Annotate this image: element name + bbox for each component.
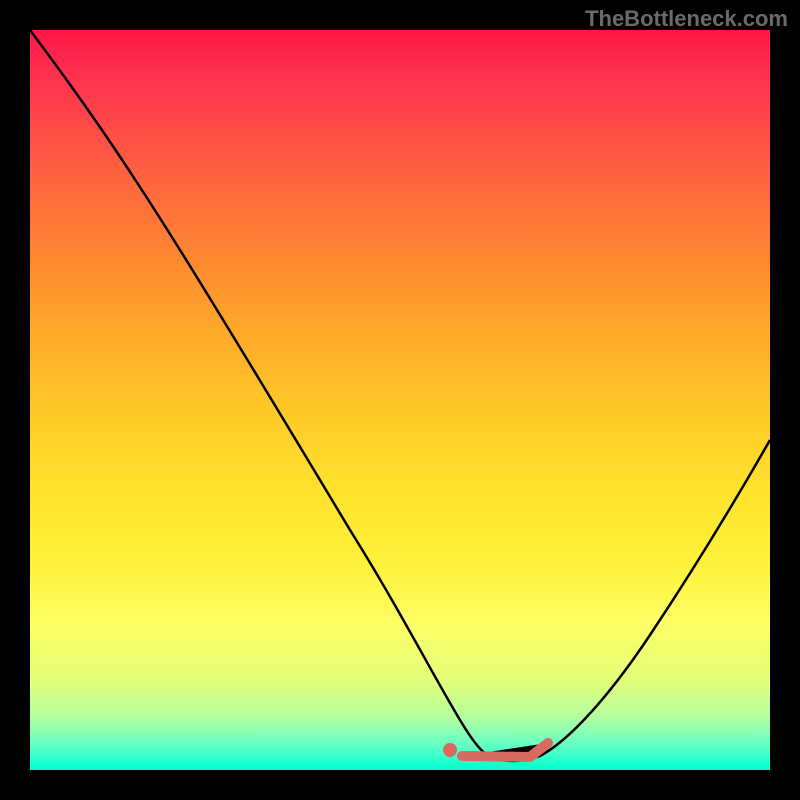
chart-svg [30, 30, 770, 770]
optimal-range-marker [462, 743, 548, 757]
chart-area [30, 30, 770, 770]
optimal-start-marker [443, 743, 457, 757]
bottleneck-curve-path [30, 30, 770, 761]
watermark-text: TheBottleneck.com [585, 6, 788, 32]
